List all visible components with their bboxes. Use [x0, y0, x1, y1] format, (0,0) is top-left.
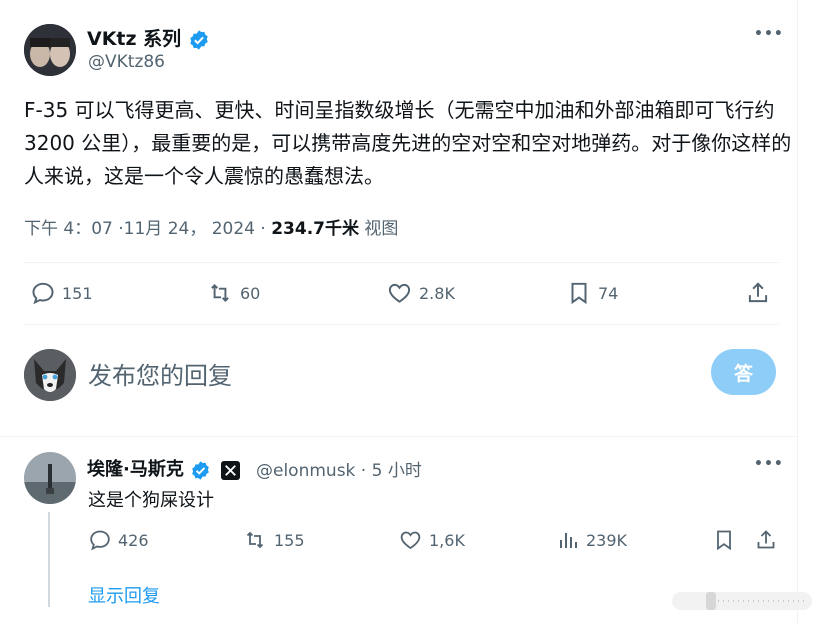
post-meta: 下午 4：07 ·11月 24， 2024 · 234.7千米 视图 [24, 214, 398, 239]
reply-submit-button[interactable]: 答 [711, 349, 776, 395]
reply-author-avatar[interactable] [24, 452, 76, 504]
like-button[interactable]: 2.8K [386, 280, 455, 306]
thread-connector [48, 512, 50, 607]
reply-like-count: 1,6K [429, 530, 465, 550]
share-icon [748, 282, 768, 303]
comment-icon [32, 282, 54, 305]
post-text: F-35 可以飞得更高、更快、时间呈指数级增长（无需空中加油和外部油箱即可飞行约… [24, 98, 792, 188]
horizontal-scrollbar[interactable] [672, 590, 812, 612]
reply-view-count: 239K [586, 530, 628, 550]
comment-icon [90, 530, 110, 551]
verified-badge-icon [192, 460, 209, 480]
reply-views-button[interactable]: 239K [556, 528, 627, 552]
reply-share-button[interactable] [754, 528, 784, 552]
repost-icon [211, 284, 229, 302]
repost-icon [246, 531, 264, 549]
reply-author-handle[interactable]: @elonmusk · 5 小时 [256, 456, 422, 481]
bookmark-button[interactable]: 74 [566, 280, 618, 306]
column-border [797, 0, 798, 625]
divider [0, 436, 797, 437]
reply-more-options-icon[interactable]: ••• [754, 456, 784, 472]
analytics-icon [560, 533, 577, 548]
author-handle[interactable]: @VKtz86 [88, 52, 165, 72]
bookmark-count: 74 [598, 283, 619, 303]
reply-author[interactable]: 埃隆·马斯克 [87, 455, 241, 481]
x-affiliate-icon[interactable] [221, 460, 241, 480]
current-user-avatar[interactable] [24, 349, 76, 401]
repost-count: 60 [240, 283, 261, 303]
reply-count: 151 [62, 283, 93, 303]
share-button[interactable] [745, 280, 777, 306]
verified-badge-icon [190, 29, 208, 50]
divider [24, 262, 779, 263]
reply-button[interactable]: 151 [30, 280, 93, 306]
post-timestamp[interactable]: 下午 4：07 ·11月 24， 2024 · [24, 219, 266, 239]
author-name-text[interactable]: VKtz 系列 [87, 28, 181, 50]
repost-button[interactable]: 60 [206, 280, 260, 306]
like-count: 2.8K [419, 283, 455, 303]
reply-comment-count: 426 [118, 530, 149, 550]
view-label: 视图 [364, 219, 399, 239]
view-count: 234.7千米 [271, 219, 359, 239]
reply-bookmark-button[interactable] [712, 528, 742, 552]
heart-icon [400, 531, 421, 550]
author-avatar[interactable] [24, 24, 76, 76]
reply-like-button[interactable]: 1,6K [398, 528, 465, 552]
reply-repost-button[interactable]: 155 [242, 528, 305, 552]
author-name[interactable]: VKtz 系列 [87, 24, 210, 51]
reply-text: 这是个狗屎设计 [88, 490, 214, 511]
reply-input[interactable]: 发布您的回复 [88, 356, 232, 391]
more-options-icon[interactable]: ••• [754, 26, 784, 42]
bookmark-icon [571, 282, 587, 305]
reply-author-name[interactable]: 埃隆·马斯克 [87, 459, 184, 480]
bookmark-icon [717, 530, 731, 551]
divider [24, 324, 779, 325]
heart-icon [388, 283, 411, 303]
share-icon [757, 530, 775, 549]
reply-comment-button[interactable]: 426 [88, 528, 149, 552]
show-replies-link[interactable]: 显示回复 [88, 582, 160, 608]
reply-repost-count: 155 [274, 530, 305, 550]
